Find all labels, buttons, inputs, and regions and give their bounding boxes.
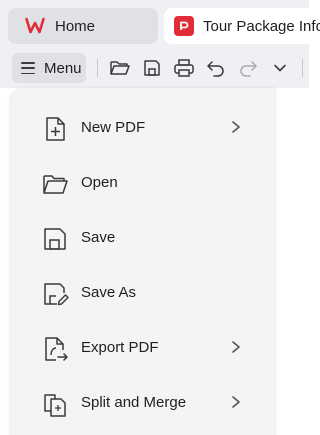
menu-item-label: Split and Merge [81, 394, 187, 411]
menu-item-label: Save As [81, 284, 137, 301]
save-as-icon [41, 280, 69, 308]
tab-document-label: Tour Package Info [203, 17, 320, 35]
save-icon[interactable] [140, 56, 164, 80]
menu-item-label: Save [81, 229, 116, 246]
chevron-right-icon [229, 339, 243, 355]
redo-icon[interactable] [236, 56, 260, 80]
menu-item-label: Export PDF [81, 339, 159, 356]
save-icon [41, 225, 69, 253]
export-pdf-icon [41, 335, 69, 363]
hamburger-icon [21, 62, 35, 74]
menu-button[interactable]: Menu [12, 53, 86, 83]
menu-button-label: Menu [44, 59, 82, 77]
menu-item-new-pdf[interactable]: New PDF [11, 106, 276, 150]
menu-item-export-pdf[interactable]: Export PDF [11, 326, 276, 370]
title-bar: Home Tour Package Info Menu [0, 0, 320, 88]
chevron-down-icon[interactable] [268, 56, 292, 80]
tab-home[interactable]: Home [8, 8, 158, 44]
tab-home-label: Home [55, 17, 96, 35]
main-menu-dropdown: New PDF Open Save Save As Export PDF Spl… [11, 88, 276, 435]
menu-item-open[interactable]: Open [11, 161, 276, 205]
new-pdf-icon [41, 115, 69, 143]
menu-item-save-as[interactable]: Save As [11, 271, 276, 315]
pdf-logo-icon [174, 16, 194, 36]
tab-document[interactable]: Tour Package Info [164, 8, 320, 44]
menu-item-split-and-merge[interactable]: Split and Merge [11, 381, 276, 425]
undo-icon[interactable] [204, 56, 228, 80]
menu-item-save[interactable]: Save [11, 216, 276, 260]
wps-logo-icon [24, 15, 46, 37]
open-folder-icon [41, 170, 69, 198]
menu-item-label: Open [81, 174, 118, 191]
split-merge-icon [41, 390, 69, 418]
quick-toolbar: Menu [0, 50, 309, 86]
toolbar-divider [97, 59, 98, 77]
print-icon[interactable] [172, 56, 196, 80]
toolbar-divider [302, 59, 303, 77]
menu-item-label: New PDF [81, 119, 146, 136]
chevron-right-icon [229, 394, 243, 410]
open-folder-icon[interactable] [108, 56, 132, 80]
chevron-right-icon [229, 119, 243, 135]
